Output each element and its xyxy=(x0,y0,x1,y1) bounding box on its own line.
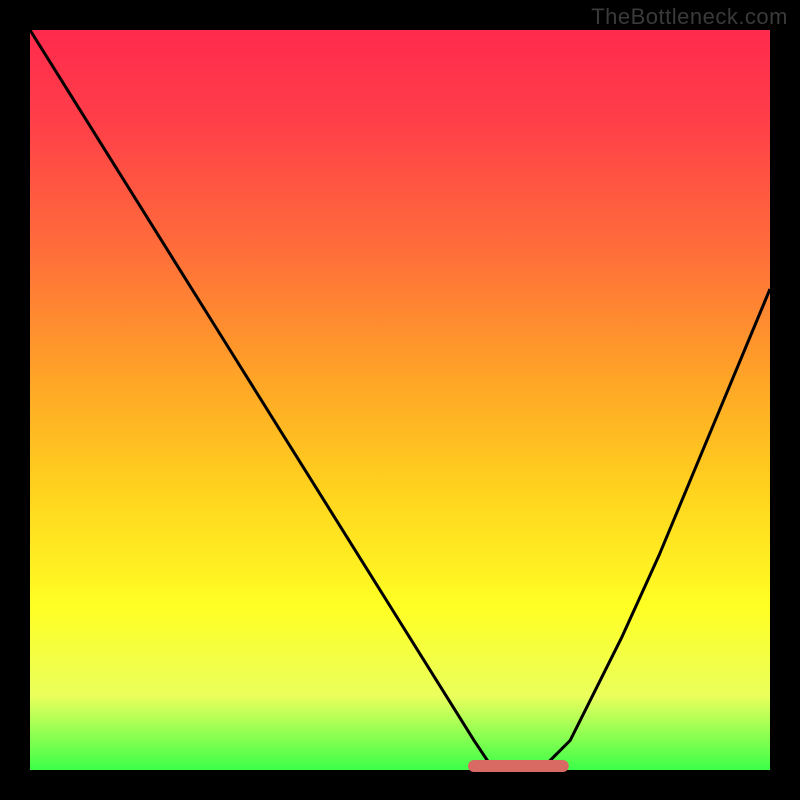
chart-frame: TheBottleneck.com xyxy=(0,0,800,800)
bottleneck-chart xyxy=(0,0,800,800)
watermark-text: TheBottleneck.com xyxy=(591,4,788,30)
plot-background xyxy=(30,30,770,770)
